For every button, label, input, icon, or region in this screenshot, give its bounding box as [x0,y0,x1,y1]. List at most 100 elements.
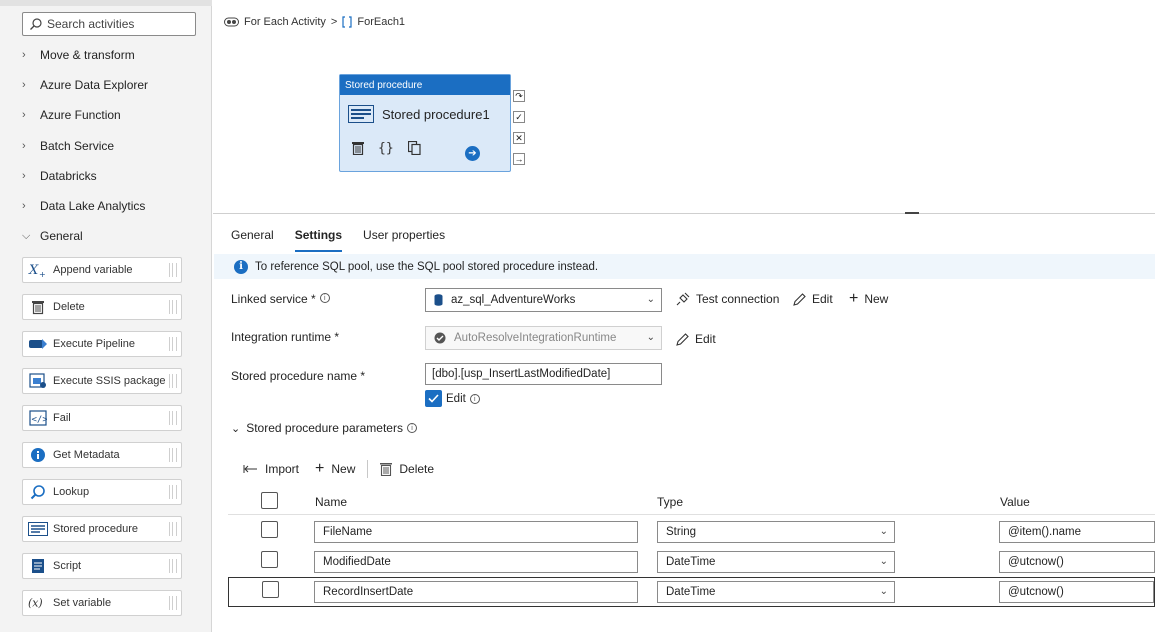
category-general[interactable]: ⌵ General [22,225,83,247]
delete-parameter-button[interactable]: Delete [380,462,434,476]
parameter-type-select[interactable]: String ⌄ [657,521,895,543]
go-arrow-icon[interactable]: ➔ [465,146,480,161]
activity-label: Stored procedure [53,523,138,535]
failure-output-icon[interactable]: ✕ [513,132,525,144]
drag-handle[interactable] [169,374,177,388]
info-icon[interactable]: i [469,393,480,404]
select-all-checkbox[interactable] [261,492,278,509]
import-icon [243,464,258,474]
info-icon: i [234,259,248,274]
activity-get-metadata[interactable]: Get Metadata [22,442,182,468]
linked-service-new-button[interactable]: + New [849,291,888,307]
breadcrumb-parent[interactable]: For Each Activity [244,16,326,28]
toolbar-divider [367,460,369,478]
integration-runtime-select[interactable]: AutoResolveIntegrationRuntime ⌄ [425,326,662,350]
activity-label: Execute Pipeline [53,338,135,350]
tab-general[interactable]: General [231,226,274,252]
drag-handle[interactable] [169,522,177,536]
parameter-type-value: String [666,526,697,538]
svg-text:(x): (x) [28,597,43,610]
linked-service-edit-button[interactable]: Edit [793,292,833,306]
tab-settings[interactable]: Settings [294,226,343,252]
table-row[interactable]: DateTime ⌄ [228,577,1155,607]
drag-handle[interactable] [169,485,177,499]
activity-label: Set variable [53,597,112,609]
delete-node-icon[interactable] [352,141,364,155]
import-button[interactable]: Import [243,462,299,476]
parameter-name-input[interactable] [314,521,638,543]
activity-execute-pipeline[interactable]: Execute Pipeline [22,331,182,357]
activity-append-variable[interactable]: X + Append variable [22,257,182,283]
activity-label: Script [53,560,82,572]
parameter-name-input[interactable] [314,581,638,603]
linked-service-select[interactable]: az_sql_AdventureWorks ⌄ [425,288,662,312]
column-header-type: Type [657,495,684,509]
pane-splitter[interactable] [213,213,1155,214]
pipeline-canvas[interactable]: Stored procedure Stored procedure1 {} ➔ … [213,38,1155,214]
svg-text:</>: </> [32,415,48,425]
activity-delete[interactable]: Delete [22,294,182,320]
activity-script[interactable]: Script [22,553,182,579]
activity-lookup[interactable]: Lookup [22,479,182,505]
code-icon[interactable]: {} [378,141,394,156]
parameter-type-select[interactable]: DateTime ⌄ [657,581,895,603]
stored-procedure-node[interactable]: Stored procedure Stored procedure1 {} ➔ [339,74,511,172]
search-box[interactable] [22,12,196,36]
drag-handle[interactable] [169,596,177,610]
category-label: Data Lake Analytics [40,199,146,213]
search-input[interactable] [47,17,187,31]
row-checkbox[interactable] [262,581,279,598]
append-variable-icon: X + [28,262,48,278]
category-batch-service[interactable]: › Batch Service [22,135,114,157]
parameter-name-input[interactable] [314,551,638,573]
category-move-transform[interactable]: › Move & transform [22,44,135,66]
category-databricks[interactable]: › Databricks [22,165,97,187]
drag-handle[interactable] [169,559,177,573]
activity-stored-procedure[interactable]: Stored procedure [22,516,182,542]
integration-runtime-edit-button[interactable]: Edit [676,332,716,346]
chevron-right-icon: › [22,109,26,121]
bracket-icon [342,16,352,28]
import-label: Import [265,462,300,476]
table-row[interactable]: String ⌄ [228,517,1155,547]
parameter-value-input[interactable] [999,551,1155,573]
completion-output-icon[interactable]: → [513,153,525,165]
row-checkbox[interactable] [261,521,278,538]
chevron-down-icon: ⌄ [231,422,241,435]
linked-service-label-text: Linked service * [231,292,316,306]
parameter-type-select[interactable]: DateTime ⌄ [657,551,895,573]
copy-icon[interactable] [407,141,421,155]
test-connection-button[interactable]: Test connection [676,292,779,306]
drag-handle[interactable] [169,263,177,277]
row-checkbox[interactable] [261,551,278,568]
ssis-package-icon [28,373,48,389]
edit-checkbox[interactable] [425,390,442,407]
activity-label: Execute SSIS package [53,375,166,387]
drag-handle[interactable] [169,411,177,425]
tab-user-properties[interactable]: User properties [363,226,445,252]
activity-fail[interactable]: </> Fail [22,405,182,431]
execute-pipeline-icon [28,336,48,352]
drag-handle[interactable] [169,448,177,462]
category-azure-function[interactable]: › Azure Function [22,104,121,126]
category-azure-data-explorer[interactable]: › Azure Data Explorer [22,74,148,96]
stored-procedure-name-input[interactable] [425,363,662,385]
activity-execute-ssis-package[interactable]: Execute SSIS package [22,368,182,394]
column-header-value: Value [1000,495,1030,509]
parameters-section-toggle[interactable]: ⌄ Stored procedure parameters i [231,421,417,435]
new-parameter-button[interactable]: + New [315,461,355,477]
parameters-toolbar: Import + New Delete [243,459,450,479]
drag-handle[interactable] [169,300,177,314]
category-data-lake-analytics[interactable]: › Data Lake Analytics [22,195,145,217]
activity-set-variable[interactable]: (x) Set variable [22,590,182,616]
table-row[interactable]: DateTime ⌄ [228,547,1155,577]
info-icon[interactable]: i [319,293,330,303]
category-label: Databricks [40,169,97,183]
parameter-value-input[interactable] [999,521,1155,543]
splitter-handle[interactable] [905,212,919,214]
skip-output-icon[interactable]: ↷ [513,90,525,102]
info-icon[interactable]: i [406,423,417,433]
parameter-value-input[interactable] [999,581,1154,603]
success-output-icon[interactable]: ✓ [513,111,525,123]
drag-handle[interactable] [169,337,177,351]
